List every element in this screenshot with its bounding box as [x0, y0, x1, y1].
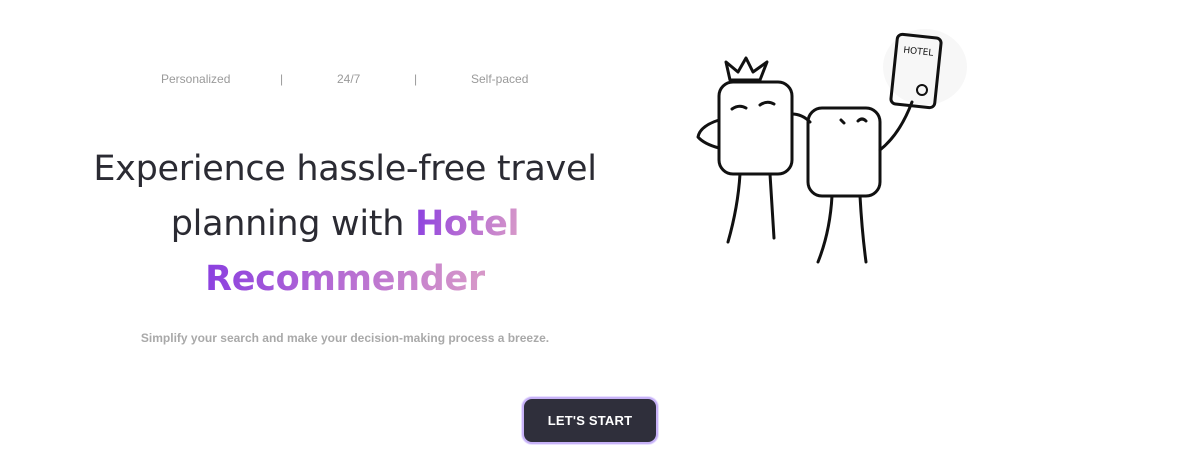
headline-line-2-prefix: planning with — [170, 204, 415, 244]
right-character-leg — [858, 194, 868, 264]
hero-subtitle: Simplify your search and make your decis… — [140, 331, 550, 345]
lets-start-button[interactable]: LET'S START — [522, 397, 658, 444]
feature-strip: Personalized | 24/7 | Self-paced — [0, 72, 690, 88]
brand-name-recommender: Recommender — [205, 259, 485, 299]
feature-separator: | — [414, 72, 418, 86]
hotel-friends-illustration: HOTEL — [696, 29, 967, 264]
feature-24-7: 24/7 — [337, 72, 361, 86]
right-character-eye — [839, 118, 846, 125]
feature-separator: | — [280, 72, 284, 86]
feature-personalized: Personalized — [161, 72, 231, 86]
right-character-leg — [816, 194, 834, 264]
left-character-eye — [730, 104, 748, 111]
left-character-leg — [768, 172, 776, 240]
crown-icon — [724, 56, 769, 82]
hero-headline: Experience hassle-free travel planning w… — [60, 142, 630, 307]
feature-self-paced: Self-paced — [471, 72, 529, 86]
left-character-arm — [696, 118, 721, 150]
left-character-body — [717, 80, 794, 176]
right-character-eye — [856, 117, 868, 123]
left-character-leg — [726, 172, 742, 244]
brand-name-hotel: Hotel — [414, 204, 520, 244]
right-character-arm — [878, 100, 914, 152]
headline-line-1: Experience hassle-free travel — [93, 149, 597, 189]
left-character-eye — [758, 100, 776, 107]
landing-page: Personalized | 24/7 | Self-paced Experie… — [0, 0, 1179, 460]
